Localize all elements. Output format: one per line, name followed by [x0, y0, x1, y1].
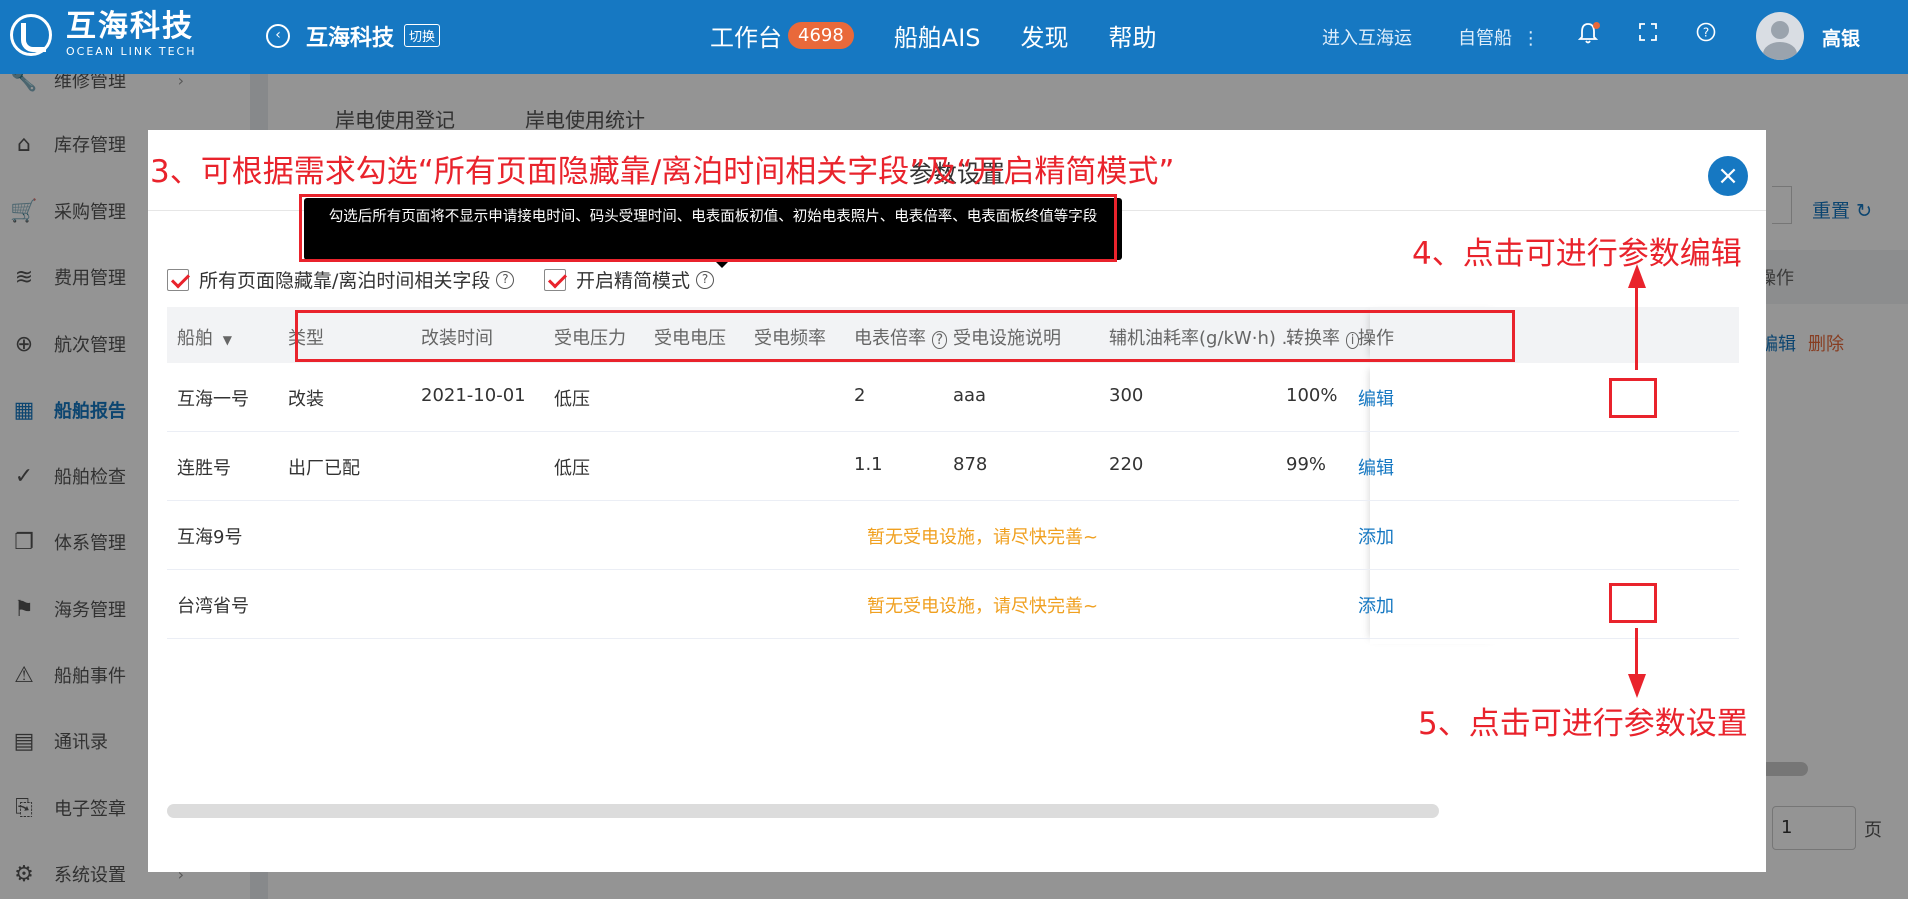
simple-mode-label: 开启精简模式 [576, 270, 691, 292]
more-vertical-icon: ⋮ [1521, 28, 1540, 49]
user-avatar[interactable] [1756, 12, 1804, 60]
table-row: 互海一号 改装 2021-10-01 低压 2 aaa 300 100% 编辑 [167, 363, 1739, 432]
simple-mode-checkbox[interactable]: 开启精简模式 ? [544, 266, 715, 293]
annotation-step4: 4、点击可进行参数编辑 [1412, 236, 1742, 272]
empty-facility-message: 暂无受电设施，请尽快完善~ [867, 527, 1099, 548]
notification-dot [1593, 22, 1600, 29]
question-icon[interactable]: ? [696, 270, 715, 289]
logo[interactable]: 互海科技 OCEAN LINK TECH [10, 12, 196, 57]
logo-name: 互海科技 [66, 9, 194, 44]
bell-icon[interactable] [1576, 22, 1600, 46]
add-button[interactable]: 添加 [1358, 523, 1394, 549]
nav-ship-ais[interactable]: 船舶AIS [894, 18, 981, 53]
nav-help[interactable]: 帮助 [1109, 18, 1157, 53]
annotation-line-up [1635, 286, 1638, 370]
add-button[interactable]: 添加 [1358, 592, 1394, 618]
logo-mark-icon [10, 13, 52, 56]
annotation-line-down [1635, 628, 1638, 676]
annotation-arrow-down [1628, 674, 1646, 698]
fullscreen-icon[interactable] [1636, 22, 1660, 46]
question-icon[interactable]: ? [496, 270, 515, 289]
hide-berth-fields-label: 所有页面隐藏靠/离泊时间相关字段 [199, 270, 491, 292]
annotation-edit-box [1609, 378, 1657, 418]
nav-workbench-label: 工作台 [710, 24, 782, 52]
nav-workbench[interactable]: 工作台 4698 [710, 18, 854, 53]
annotation-step3: 3、可根据需求勾选“所有页面隐藏靠/离泊时间相关字段”及“开启精简模式” [150, 154, 1175, 190]
self-managed-ship-menu[interactable]: 自管船 ⋮ [1458, 24, 1540, 50]
help-question-icon[interactable]: ? [1694, 22, 1718, 46]
user-name[interactable]: 高银 [1822, 24, 1860, 51]
main-nav: 工作台 4698 船舶AIS 发现 帮助 [710, 18, 1197, 53]
annotation-tooltip-box [299, 194, 1117, 262]
top-header: 互海科技 OCEAN LINK TECH ‹ 互海科技 切换 工作台 4698 … [0, 0, 1908, 74]
edit-button[interactable]: 编辑 [1358, 454, 1394, 480]
company-name: 互海科技 [306, 26, 395, 51]
logo-tagline: OCEAN LINK TECH [66, 45, 197, 58]
svg-text:?: ? [1703, 26, 1709, 40]
back-icon[interactable]: ‹ [266, 24, 290, 48]
table-row: 连胜号 出厂已配 低压 1.1 878 220 99% 编辑 [167, 432, 1739, 501]
nav-discover[interactable]: 发现 [1021, 18, 1069, 53]
workbench-count-badge: 4698 [788, 22, 854, 49]
table-row: 互海9号 暂无受电设施，请尽快完善~ 添加 [167, 501, 1739, 570]
switch-company-button[interactable]: 切换 [404, 24, 441, 47]
table-row: 台湾省号 暂无受电设施，请尽快完善~ 添加 [167, 570, 1739, 639]
annotation-add-box [1609, 583, 1657, 623]
close-icon[interactable]: × [1708, 156, 1748, 196]
checkbox-checked-icon [167, 268, 189, 291]
column-header-ship[interactable]: 船舶 ▼ [177, 324, 232, 350]
annotation-step5: 5、点击可进行参数设置 [1418, 706, 1748, 742]
hide-berth-fields-checkbox[interactable]: 所有页面隐藏靠/离泊时间相关字段 ? [167, 266, 515, 293]
self-managed-label: 自管船 [1458, 28, 1512, 49]
horizontal-scrollbar[interactable] [167, 804, 1439, 818]
checkbox-checked-icon [544, 268, 566, 291]
annotation-arrow-up [1628, 264, 1646, 288]
caret-down-icon: ▼ [222, 333, 232, 347]
empty-facility-message: 暂无受电设施，请尽快完善~ [867, 596, 1099, 617]
enter-hhy-link[interactable]: 进入互海运 [1322, 24, 1412, 50]
annotation-columns-box [295, 310, 1515, 362]
edit-button[interactable]: 编辑 [1358, 385, 1394, 411]
